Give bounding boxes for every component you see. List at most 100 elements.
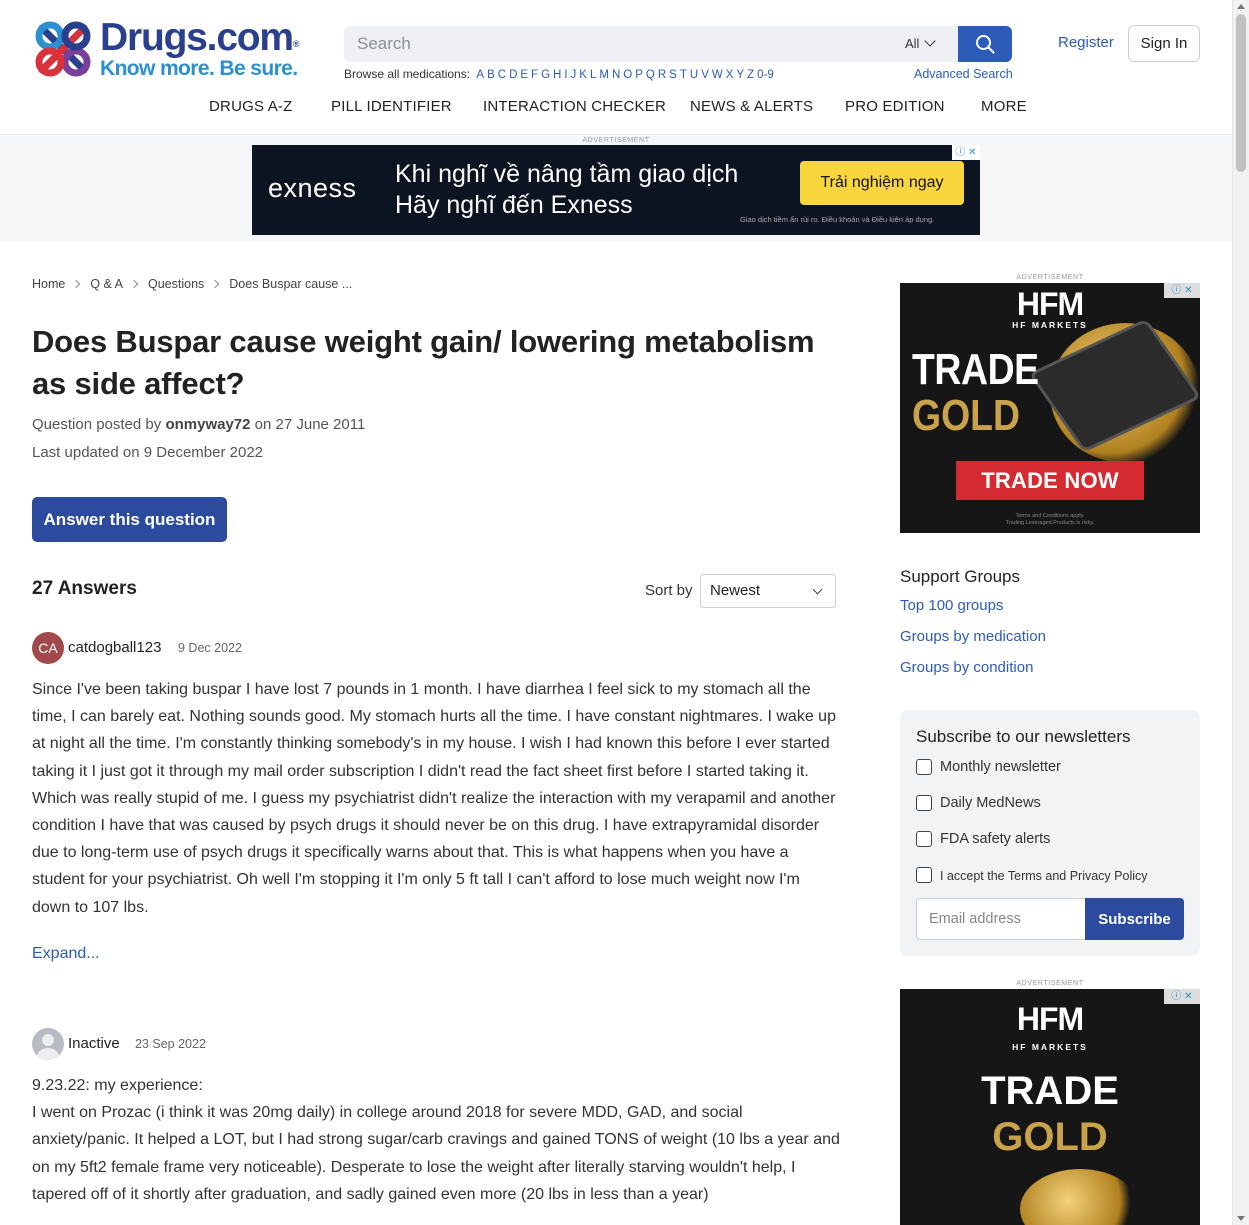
ad-gold-text: GOLD <box>992 1115 1108 1159</box>
site-logo[interactable]: Drugs.com® Know more. Be sure. <box>32 16 322 82</box>
checkbox[interactable] <box>916 867 932 883</box>
breadcrumb-current: Does Buspar cause ... <box>229 277 353 291</box>
sign-in-button[interactable]: Sign In <box>1128 25 1200 62</box>
ad-line-1: Khi nghĩ về nâng tầm giao dịch <box>395 160 739 188</box>
ad-headline: Khi nghĩ về nâng tầm giao dịch Hãy nghĩ … <box>395 159 738 221</box>
browse-letter-link[interactable]: M <box>599 69 609 81</box>
scroll-thumb[interactable] <box>1236 14 1246 172</box>
checkbox[interactable] <box>916 831 932 847</box>
sidebar-ad[interactable]: HFM HF MARKETS TRADE GOLD ⓘ ✕ <box>900 989 1200 1225</box>
hfm-subtitle: HF MARKETS <box>1012 320 1088 330</box>
browse-letter-link[interactable]: R <box>658 69 666 81</box>
breadcrumb-questions[interactable]: Questions <box>148 277 204 291</box>
answer-body: 9.23.22: my experience: I went on Prozac… <box>32 1072 840 1208</box>
search-button[interactable] <box>958 26 1012 62</box>
scroll-up-icon[interactable] <box>1237 4 1245 9</box>
sort-select[interactable]: Newest <box>700 574 836 608</box>
answer-body-line: 9.23.22: my experience: <box>32 1077 203 1094</box>
chevron-right-icon <box>211 279 220 289</box>
browse-letter-link[interactable]: S <box>669 69 677 81</box>
question-author-link[interactable]: onmyway72 <box>165 416 250 433</box>
ad-trade-now-button[interactable]: TRADE NOW <box>956 461 1144 500</box>
nav-more[interactable]: MORE <box>981 98 1027 115</box>
breadcrumb-qa[interactable]: Q & A <box>90 277 123 291</box>
nav-drugs-az[interactable]: DRUGS A-Z <box>209 98 292 115</box>
email-field[interactable] <box>916 898 1086 940</box>
nav-news-alerts[interactable]: NEWS & ALERTS <box>690 98 813 115</box>
ad-close-icon[interactable]: ⓘ ✕ <box>1164 283 1200 298</box>
support-link-top-100[interactable]: Top 100 groups <box>900 597 1003 614</box>
browse-letter-link[interactable]: X <box>726 69 734 81</box>
browse-letter-link[interactable]: 0-9 <box>757 69 774 81</box>
sort-label: Sort by <box>645 582 693 599</box>
breadcrumb-home[interactable]: Home <box>32 277 65 291</box>
ad-fine-print: Giao dịch tiềm ẩn rủi ro. Điều khoản và … <box>740 215 935 224</box>
browse-letter-link[interactable]: H <box>553 69 561 81</box>
chevron-right-icon <box>129 279 139 289</box>
browse-letter-link[interactable]: I <box>564 69 567 81</box>
answer-question-button[interactable]: Answer this question <box>32 497 227 542</box>
browse-letter-link[interactable]: Z <box>747 69 754 81</box>
browse-letter-link[interactable]: A <box>476 69 484 81</box>
checkbox[interactable] <box>916 759 932 775</box>
checkbox[interactable] <box>916 795 932 811</box>
main-nav: DRUGS A-Z PILL IDENTIFIER INTERACTION CH… <box>0 98 1232 122</box>
ad-close-icon[interactable]: ⓘ ✕ <box>1164 989 1200 1004</box>
browse-letter-link[interactable]: K <box>579 69 587 81</box>
browse-letter-link[interactable]: N <box>612 69 620 81</box>
ad-label: ADVERTISEMENT <box>1016 980 1084 987</box>
ad-line-2: Hãy nghĩ đến Exness <box>395 191 633 219</box>
browse-letter-link[interactable]: B <box>487 69 495 81</box>
drugs-logo-icon <box>35 21 91 77</box>
nav-pro-edition[interactable]: PRO EDITION <box>845 98 945 115</box>
browse-letter-link[interactable]: G <box>541 69 550 81</box>
browse-letter-link[interactable]: C <box>498 69 506 81</box>
answer-date: 23 Sep 2022 <box>135 1037 206 1051</box>
advanced-search-link[interactable]: Advanced Search <box>914 67 1013 81</box>
browse-letter-link[interactable]: J <box>571 69 577 81</box>
answers-count: 27 Answers <box>32 578 137 599</box>
scrollbar[interactable] <box>1232 0 1249 1225</box>
newsletter-title: Subscribe to our newsletters <box>916 727 1131 746</box>
browse-letter-link[interactable]: O <box>623 69 632 81</box>
browse-letter-link[interactable]: T <box>680 69 687 81</box>
browse-label: Browse all medications: <box>344 67 471 81</box>
nav-pill-identifier[interactable]: PILL IDENTIFIER <box>331 98 452 115</box>
search-scope-select[interactable]: All <box>905 26 955 62</box>
expand-link[interactable]: Expand... <box>32 945 100 963</box>
browse-letter-link[interactable]: Y <box>736 69 744 81</box>
ad-fine-print: Terms and Conditions apply. Trading Lever… <box>1005 513 1095 526</box>
scroll-down-icon[interactable] <box>1237 1216 1245 1221</box>
ad-label: ADVERTISEMENT <box>1016 274 1084 281</box>
newsletter-option-label: Monthly newsletter <box>940 759 1061 775</box>
ad-close-icon[interactable]: ⓘ ✕ <box>952 145 980 160</box>
nav-interaction-checker[interactable]: INTERACTION CHECKER <box>483 98 666 115</box>
hfm-logo: HFM <box>1016 1001 1084 1037</box>
breadcrumb: Home Q & A Questions Does Buspar cause ... <box>32 277 352 291</box>
logo-tagline: Know more. Be sure. <box>100 57 298 80</box>
accept-terms-label: I accept the Terms and Privacy Policy <box>940 869 1148 883</box>
browse-letter-link[interactable]: F <box>531 69 538 81</box>
browse-letter-link[interactable]: L <box>590 69 596 81</box>
browse-letter-link[interactable]: E <box>520 69 528 81</box>
support-link-by-condition[interactable]: Groups by condition <box>900 659 1033 676</box>
ad-cta-button[interactable]: Trải nghiệm ngay <box>800 161 964 205</box>
browse-letter-link[interactable]: V <box>701 69 709 81</box>
answer-username: Inactive <box>68 1035 120 1052</box>
ad-trade-text: TRADE <box>981 1069 1119 1113</box>
browse-letter-link[interactable]: Q <box>646 69 655 81</box>
browse-letter-link[interactable]: U <box>690 69 698 81</box>
answer-username[interactable]: catdogball123 <box>68 639 161 656</box>
browse-letter-link[interactable]: D <box>509 69 517 81</box>
search-input[interactable] <box>344 26 904 62</box>
sidebar-ad[interactable]: HFM HF MARKETS TRADE GOLD TRADE NOW Term… <box>900 283 1200 533</box>
browse-letter-link[interactable]: W <box>712 69 723 81</box>
subscribe-button[interactable]: Subscribe <box>1085 898 1184 940</box>
browse-letter-link[interactable]: P <box>635 69 643 81</box>
answer-date: 9 Dec 2022 <box>178 641 242 655</box>
avatar[interactable]: CA <box>32 632 64 664</box>
register-link[interactable]: Register <box>1058 34 1114 51</box>
newsletter-option-label: Daily MedNews <box>940 795 1041 811</box>
top-banner-ad[interactable]: exness Khi nghĩ về nâng tầm giao dịch Hã… <box>252 145 980 235</box>
support-link-by-medication[interactable]: Groups by medication <box>900 628 1046 645</box>
